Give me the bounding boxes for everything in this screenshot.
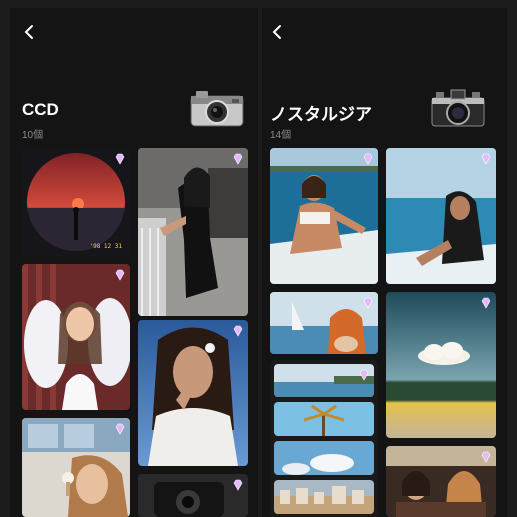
gem-icon [232, 478, 244, 491]
nostalgia-filter-panel: ノスタルジア 14個 [262, 8, 507, 517]
gem-icon [480, 152, 492, 165]
gem-icon [114, 152, 126, 165]
sunset-circle-photo[interactable]: '98 12 31 [22, 148, 130, 256]
gem-icon [362, 152, 374, 165]
chevron-left-icon [24, 25, 33, 39]
filter-count: 10個 [22, 130, 44, 141]
gem-icon [114, 422, 126, 435]
gem-icon [232, 324, 244, 337]
cloud-sea-photo[interactable] [386, 292, 496, 438]
filter-title: CCD [22, 100, 59, 119]
boat-sunglasses-photo[interactable] [270, 148, 378, 284]
date-stamp: '98 12 31 [89, 243, 122, 250]
gem-icon [480, 450, 492, 463]
gem-icon [114, 268, 126, 281]
shore-strip-photo[interactable] [274, 364, 374, 397]
palm-tree-strip-photo[interactable] [274, 402, 374, 436]
gem-icon [358, 368, 370, 381]
friends-photo[interactable] [386, 446, 496, 517]
gem-icon [362, 296, 374, 309]
film-camera-icon [429, 86, 487, 128]
filter-count: 14個 [270, 130, 292, 141]
sailboat-hair-photo[interactable] [270, 292, 378, 354]
ice-cream-portrait-photo[interactable] [22, 418, 130, 517]
flower-hair-portrait-photo[interactable] [138, 320, 248, 466]
sea-boat-photo[interactable] [386, 148, 496, 284]
chevron-left-icon [272, 25, 281, 39]
sky-cloud-strip-photo[interactable] [274, 441, 374, 475]
town-strip-photo[interactable] [274, 480, 374, 514]
film-strip [270, 360, 378, 517]
gem-icon [480, 296, 492, 309]
balloons-portrait-photo[interactable] [22, 264, 130, 410]
ccd-camera-icon [188, 86, 246, 128]
gem-icon [232, 152, 244, 165]
back-button[interactable] [20, 22, 40, 42]
back-button[interactable] [268, 22, 288, 42]
balcony-portrait-photo[interactable] [138, 148, 248, 316]
filter-title: ノスタルジア [270, 105, 372, 124]
ccd-filter-panel: CCD 10個 '98 12 31 [10, 8, 258, 517]
camera-closeup-photo[interactable] [138, 474, 248, 517]
